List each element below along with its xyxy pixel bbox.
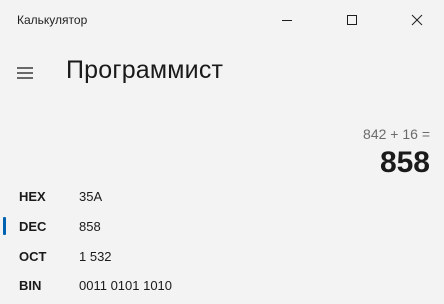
- title-bar: Калькулятор: [0, 0, 444, 40]
- navigation-menu-button[interactable]: [10, 58, 40, 88]
- radix-value-hex: 35A: [79, 189, 103, 204]
- hamburger-menu-icon: [17, 67, 33, 79]
- radix-label-dec: DEC: [19, 219, 47, 234]
- radix-label-oct: OCT: [19, 249, 47, 264]
- radix-row-oct[interactable]: OCT 1 532: [0, 245, 444, 269]
- result-display: 858: [379, 146, 430, 179]
- maximize-icon: [347, 15, 357, 25]
- radix-row-bin[interactable]: BIN 0011 0101 1010: [0, 274, 444, 298]
- radix-value-bin: 0011 0101 1010: [79, 278, 173, 293]
- radix-value-dec: 858: [79, 219, 101, 234]
- radix-row-dec[interactable]: DEC 858: [0, 215, 444, 239]
- radix-label-bin: BIN: [19, 278, 42, 293]
- radix-row-hex[interactable]: HEX 35A: [0, 185, 444, 209]
- calculator-mode-title: Программист: [66, 56, 224, 84]
- radix-label-hex: HEX: [19, 189, 46, 204]
- close-icon: [411, 14, 423, 26]
- minimize-button[interactable]: [264, 0, 310, 40]
- radix-value-oct: 1 532: [79, 249, 112, 264]
- expression-display: 842 + 16 =: [363, 126, 430, 142]
- selected-radix-indicator: [3, 217, 6, 235]
- close-button[interactable]: [394, 0, 440, 40]
- window-title: Калькулятор: [17, 13, 88, 27]
- minimize-icon: [282, 20, 292, 21]
- maximize-button[interactable]: [329, 0, 375, 40]
